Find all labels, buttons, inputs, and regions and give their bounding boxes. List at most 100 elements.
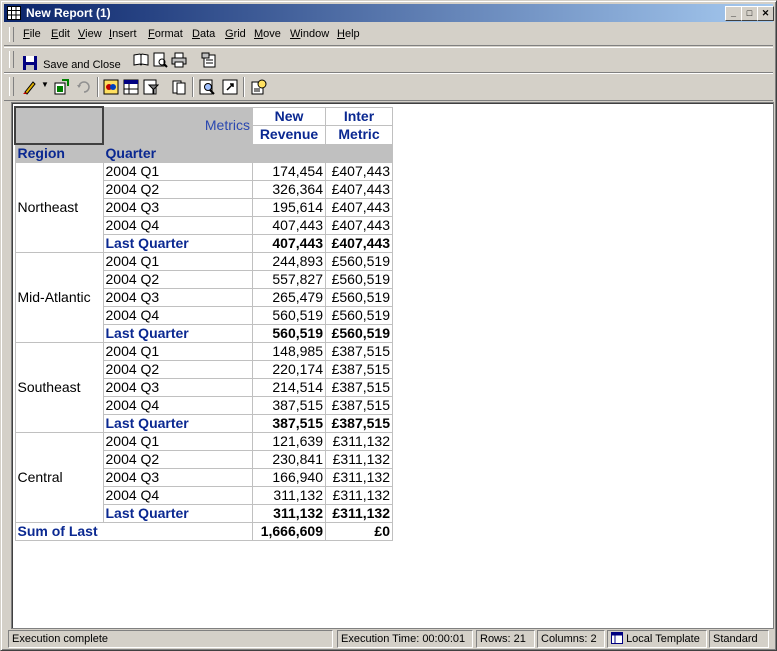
quarter-cell[interactable]: 2004 Q3 [102, 198, 253, 217]
close-button[interactable]: ✕ [757, 6, 774, 21]
inter-metric-cell[interactable]: £387,515 [325, 342, 393, 361]
region-cell[interactable]: Mid-Atlantic [14, 252, 104, 343]
new-revenue-cell[interactable]: 230,841 [252, 450, 326, 469]
region-cell[interactable]: Central [14, 432, 104, 523]
chevron-down-icon[interactable]: ▼ [41, 80, 49, 89]
quarter-cell[interactable]: 2004 Q2 [102, 450, 253, 469]
new-revenue-cell[interactable]: 387,515 [252, 396, 326, 415]
inter-metric-cell[interactable]: £407,443 [325, 234, 393, 253]
quarter-column-header[interactable]: Quarter [102, 143, 253, 163]
filter-icon[interactable] [143, 79, 159, 95]
quarter-cell[interactable]: 2004 Q1 [102, 342, 253, 361]
print-preview-icon[interactable] [152, 52, 168, 68]
inter-metric-header-line1[interactable]: Inter [325, 106, 393, 126]
sum-of-last-label[interactable]: Sum of Last [14, 522, 253, 541]
report-options-icon[interactable] [251, 79, 267, 95]
menu-window[interactable]: Window [290, 28, 329, 40]
refresh-icon[interactable] [76, 79, 92, 95]
quarter-cell[interactable]: 2004 Q2 [102, 270, 253, 289]
new-revenue-cell[interactable]: 387,515 [252, 414, 326, 433]
inter-metric-cell[interactable]: £387,515 [325, 378, 393, 397]
link-icon[interactable] [222, 79, 238, 95]
quarter-cell[interactable]: 2004 Q2 [102, 180, 253, 199]
new-revenue-cell[interactable]: 407,443 [252, 216, 326, 235]
inter-metric-header-line2[interactable]: Metric [325, 125, 393, 145]
page-icon[interactable] [171, 79, 187, 95]
menu-data[interactable]: Data [192, 28, 215, 40]
inter-metric-cell[interactable]: £311,132 [325, 450, 393, 469]
corner-cell[interactable] [14, 106, 104, 145]
new-revenue-header-line1[interactable]: New [252, 106, 326, 126]
inter-metric-cell[interactable]: £407,443 [325, 180, 393, 199]
menu-insert[interactable]: Insert [109, 28, 137, 40]
menu-view[interactable]: View [78, 28, 102, 40]
toolbar-grip[interactable] [9, 51, 14, 68]
menu-format[interactable]: Format [148, 28, 183, 40]
export-icon[interactable] [201, 52, 217, 68]
new-revenue-cell[interactable]: 407,443 [252, 234, 326, 253]
inter-metric-cell[interactable]: £387,515 [325, 396, 393, 415]
sum-new-revenue[interactable]: 1,666,609 [252, 522, 326, 541]
menu-edit[interactable]: Edit [51, 28, 70, 40]
inter-metric-cell[interactable]: £407,443 [325, 162, 393, 181]
quarter-cell[interactable]: 2004 Q3 [102, 288, 253, 307]
quarter-cell[interactable]: 2004 Q1 [102, 162, 253, 181]
quarter-cell[interactable]: 2004 Q4 [102, 486, 253, 505]
new-revenue-cell[interactable]: 560,519 [252, 324, 326, 343]
new-revenue-header-line2[interactable]: Revenue [252, 125, 326, 145]
region-column-header[interactable]: Region [14, 143, 104, 163]
quarter-cell[interactable]: 2004 Q4 [102, 216, 253, 235]
quarter-cell[interactable]: 2004 Q4 [102, 306, 253, 325]
new-revenue-cell[interactable]: 326,364 [252, 180, 326, 199]
minimize-button[interactable]: _ [725, 6, 742, 21]
inter-metric-cell[interactable]: £407,443 [325, 198, 393, 217]
print-icon[interactable] [171, 52, 187, 68]
sum-inter-metric[interactable]: £0 [325, 522, 393, 541]
report-grid-area[interactable]: Metrics New Inter Revenue Metric Region … [11, 102, 774, 629]
new-revenue-cell[interactable]: 311,132 [252, 504, 326, 523]
inter-metric-cell[interactable]: £407,443 [325, 216, 393, 235]
new-revenue-cell[interactable]: 214,514 [252, 378, 326, 397]
quarter-cell[interactable]: Last Quarter [102, 324, 253, 343]
inter-metric-cell[interactable]: £560,519 [325, 288, 393, 307]
inter-metric-cell[interactable]: £311,132 [325, 486, 393, 505]
wizard-icon[interactable] [53, 79, 69, 95]
new-revenue-cell[interactable]: 311,132 [252, 486, 326, 505]
inter-metric-cell[interactable]: £387,515 [325, 414, 393, 433]
new-revenue-cell[interactable]: 195,614 [252, 198, 326, 217]
pencil-icon[interactable] [22, 79, 38, 95]
inter-metric-cell[interactable]: £311,132 [325, 468, 393, 487]
table-icon[interactable] [123, 79, 139, 95]
inter-metric-cell[interactable]: £560,519 [325, 324, 393, 343]
quarter-cell[interactable]: 2004 Q2 [102, 360, 253, 379]
find-icon[interactable] [199, 79, 215, 95]
inter-metric-cell[interactable]: £311,132 [325, 432, 393, 451]
region-cell[interactable]: Northeast [14, 162, 104, 253]
new-revenue-cell[interactable]: 265,479 [252, 288, 326, 307]
book-icon[interactable] [133, 52, 149, 68]
new-revenue-cell[interactable]: 174,454 [252, 162, 326, 181]
toggle-icon[interactable] [103, 79, 119, 95]
menu-grid[interactable]: Grid [225, 28, 246, 40]
new-revenue-cell[interactable]: 220,174 [252, 360, 326, 379]
new-revenue-cell[interactable]: 121,639 [252, 432, 326, 451]
new-revenue-cell[interactable]: 557,827 [252, 270, 326, 289]
menu-help[interactable]: Help [337, 28, 360, 40]
region-cell[interactable]: Southeast [14, 342, 104, 433]
title-bar[interactable]: New Report (1) _ □ ✕ [4, 4, 774, 22]
quarter-cell[interactable]: Last Quarter [102, 414, 253, 433]
quarter-cell[interactable]: Last Quarter [102, 504, 253, 523]
inter-metric-cell[interactable]: £560,519 [325, 306, 393, 325]
new-revenue-cell[interactable]: 148,985 [252, 342, 326, 361]
menu-file[interactable]: File [23, 28, 41, 40]
inter-metric-cell[interactable]: £560,519 [325, 270, 393, 289]
quarter-cell[interactable]: 2004 Q3 [102, 378, 253, 397]
menu-move[interactable]: Move [254, 28, 281, 40]
quarter-cell[interactable]: 2004 Q3 [102, 468, 253, 487]
toolbar2-grip[interactable] [9, 77, 14, 96]
report-grid[interactable]: Metrics New Inter Revenue Metric Region … [14, 106, 393, 541]
metrics-header[interactable]: Metrics [102, 106, 253, 145]
new-revenue-cell[interactable]: 244,893 [252, 252, 326, 271]
menubar-grip[interactable] [9, 27, 14, 42]
quarter-cell[interactable]: 2004 Q1 [102, 432, 253, 451]
